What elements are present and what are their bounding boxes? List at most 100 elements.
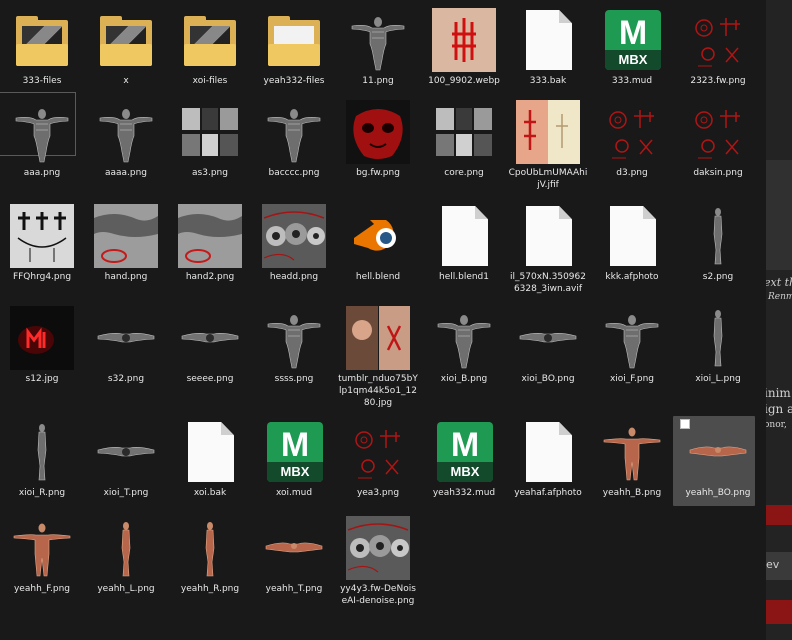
- grey-figure-thumbnail: [262, 306, 326, 370]
- side-figure-thumbnail: [10, 420, 74, 484]
- file-item[interactable]: CpoUbLmUMAAhijV.jfif: [506, 96, 590, 191]
- file-thumbnail: [262, 204, 326, 268]
- file-thumbnail: [10, 420, 74, 484]
- file-item[interactable]: aaaa.png: [84, 96, 168, 179]
- file-item[interactable]: s12.jpg: [0, 302, 84, 385]
- file-thumbnail: [600, 306, 664, 370]
- background-text-2: Renm: [768, 292, 792, 302]
- file-name-label: FFQhrg4.png: [12, 272, 72, 282]
- file-item[interactable]: s2.png: [676, 200, 760, 283]
- file-item[interactable]: yeahaf.afphoto: [506, 416, 590, 499]
- file-item[interactable]: s32.png: [84, 302, 168, 385]
- side-figure-thumbnail: [686, 306, 750, 370]
- file-item[interactable]: 333-files: [0, 4, 84, 87]
- file-name-label: bacccc.png: [268, 168, 320, 178]
- file-name-label: yy4y3.fw-DeNoiseAI-denoise.png: [340, 584, 416, 606]
- file-thumbnail: [686, 8, 750, 72]
- file-item[interactable]: 2323.fw.png: [676, 4, 760, 87]
- file-item[interactable]: yeahh_F.png: [0, 512, 84, 595]
- file-name-label: xioi_T.png: [103, 488, 149, 498]
- file-item[interactable]: hand2.png: [168, 200, 252, 283]
- file-item[interactable]: tumblr_nduo75bYlp1qm44k5o1_1280.jpg: [336, 302, 420, 409]
- file-item[interactable]: 100_9902.webp: [422, 4, 506, 87]
- file-item[interactable]: xioi_R.png: [0, 416, 84, 499]
- background-red-button[interactable]: [766, 600, 792, 624]
- file-thumbnail: [94, 306, 158, 370]
- file-item[interactable]: yea3.png: [336, 416, 420, 499]
- file-item[interactable]: core.png: [422, 96, 506, 179]
- file-item[interactable]: xoi.bak: [168, 416, 252, 499]
- background-text-1: ext th: [766, 276, 792, 289]
- file-item[interactable]: il_570xN.3509626328_3iwn.avif: [506, 200, 590, 295]
- file-thumbnail: [10, 306, 74, 370]
- skin-figure-thumbnail: [10, 516, 74, 580]
- file-item[interactable]: xioi_B.png: [422, 302, 506, 385]
- file-item[interactable]: 333.bak: [506, 4, 590, 87]
- file-item[interactable]: ssss.png: [252, 302, 336, 385]
- file-item[interactable]: yy4y3.fw-DeNoiseAI-denoise.png: [336, 512, 420, 607]
- file-name-label: 11.png: [362, 76, 394, 86]
- file-item[interactable]: xioi_F.png: [590, 302, 674, 385]
- file-name-label: d3.png: [616, 168, 648, 178]
- file-item[interactable]: seeee.png: [168, 302, 252, 385]
- file-item[interactable]: hell.blend: [336, 200, 420, 283]
- file-item[interactable]: yeah332-files: [252, 4, 336, 87]
- file-item[interactable]: headd.png: [252, 200, 336, 283]
- file-item[interactable]: hand.png: [84, 200, 168, 283]
- file-item[interactable]: M MBX 333.mud: [590, 4, 674, 87]
- file-item[interactable]: yeahh_B.png: [590, 416, 674, 499]
- file-thumbnail: [178, 204, 242, 268]
- file-item[interactable]: aaa.png: [0, 92, 84, 179]
- blank-document-icon: [526, 422, 572, 482]
- file-name-label: bg.fw.png: [356, 168, 400, 178]
- file-item[interactable]: xioi_L.png: [676, 302, 760, 385]
- file-thumbnail: [346, 516, 410, 580]
- file-item[interactable]: daksin.png: [676, 96, 760, 179]
- file-item[interactable]: FFQhrg4.png: [0, 200, 84, 283]
- file-item[interactable]: bacccc.png: [252, 96, 336, 179]
- red-symbols-thumbnail: [686, 8, 750, 72]
- file-item[interactable]: hell.blend1: [422, 200, 506, 283]
- file-item[interactable]: yeahh_L.png: [84, 512, 168, 595]
- file-name-label: yeahh_BO.png: [685, 488, 751, 498]
- selection-checkbox[interactable]: [680, 419, 690, 429]
- file-thumbnail: [432, 306, 496, 370]
- red-symbols-thumbnail: [686, 100, 750, 164]
- file-name-label: core.png: [444, 168, 484, 178]
- file-name-label: xoi.mud: [275, 488, 313, 498]
- file-item[interactable]: d3.png: [590, 96, 674, 179]
- skin-side-thumbnail: [94, 516, 158, 580]
- file-item[interactable]: yeahh_R.png: [168, 512, 252, 595]
- background-button[interactable]: ev: [766, 552, 792, 580]
- file-item[interactable]: kkk.afphoto: [590, 200, 674, 283]
- file-item[interactable]: bg.fw.png: [336, 96, 420, 179]
- file-thumbnail: [178, 100, 242, 164]
- mbx-letter: M: [618, 14, 648, 52]
- file-item[interactable]: yeahh_BO.png: [673, 416, 760, 506]
- file-item[interactable]: as3.png: [168, 96, 252, 179]
- file-name-label: 333-files: [22, 76, 62, 86]
- file-name-label: s32.png: [107, 374, 145, 384]
- file-thumbnail: M MBX: [262, 420, 326, 484]
- file-thumbnail: [262, 306, 326, 370]
- file-item[interactable]: M MBX xoi.mud: [252, 416, 336, 499]
- file-item[interactable]: xioi_T.png: [84, 416, 168, 499]
- file-name-label: hell.blend1: [439, 272, 489, 282]
- file-item[interactable]: yeahh_T.png: [252, 512, 336, 595]
- file-thumbnail: [178, 516, 242, 580]
- skin-figure-thumbnail: [600, 420, 664, 484]
- folder-icon: [16, 16, 68, 66]
- flat-figure-thumbnail: [516, 306, 580, 370]
- file-item[interactable]: M MBX yeah332.mud: [422, 416, 506, 499]
- background-button-label: ev: [766, 558, 780, 571]
- file-name-label: aaaa.png: [104, 168, 148, 178]
- file-item[interactable]: xoi-files: [168, 4, 252, 87]
- file-item[interactable]: 11.png: [336, 4, 420, 87]
- file-item[interactable]: xioi_BO.png: [506, 302, 590, 385]
- file-item[interactable]: x: [84, 4, 168, 87]
- file-name-label: 333.mud: [611, 76, 653, 86]
- collage-thumbnail: [432, 100, 496, 164]
- file-name-label: yeahh_F.png: [13, 584, 70, 594]
- skin-side-thumbnail: [178, 516, 242, 580]
- file-name-label: xioi_BO.png: [521, 374, 575, 384]
